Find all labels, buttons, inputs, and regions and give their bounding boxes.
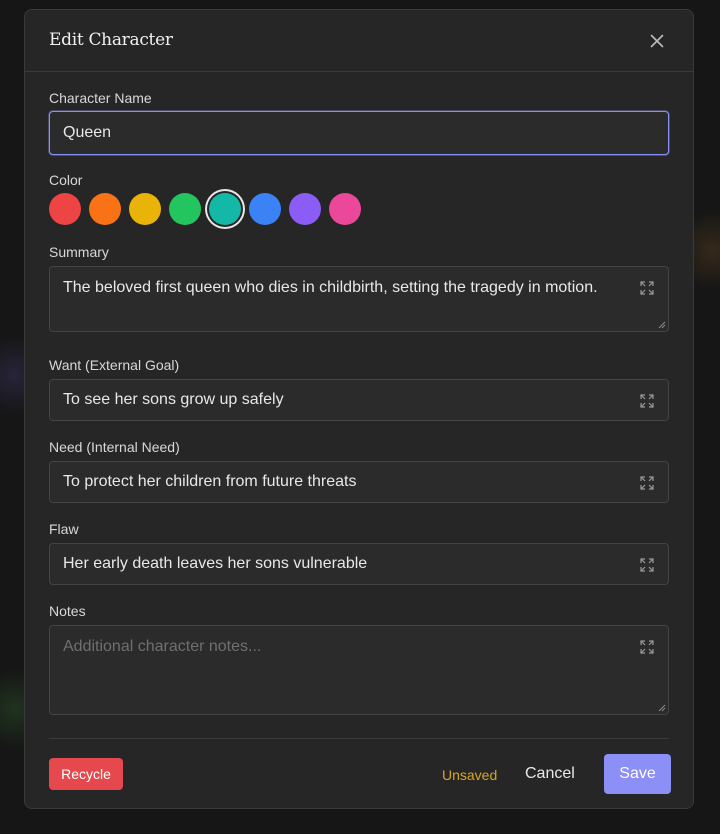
notes-placeholder: Additional character notes... [63, 638, 262, 655]
expand-icon[interactable] [640, 476, 654, 490]
need-value: To protect her children from future thre… [63, 473, 357, 490]
flaw-label: Flaw [49, 521, 79, 537]
character-name-label: Character Name [49, 90, 152, 106]
want-input[interactable]: To see her sons grow up safely [49, 379, 669, 421]
summary-label: Summary [49, 244, 109, 260]
resize-handle-icon[interactable] [658, 321, 666, 329]
footer-divider [49, 738, 669, 739]
expand-icon[interactable] [640, 558, 654, 572]
character-name-input[interactable]: Queen [49, 111, 669, 155]
character-name-value: Queen [63, 124, 112, 141]
cancel-button[interactable]: Cancel [525, 765, 575, 783]
color-swatch[interactable] [169, 193, 201, 225]
recycle-button[interactable]: Recycle [49, 758, 123, 790]
color-swatch[interactable] [209, 193, 241, 225]
need-input[interactable]: To protect her children from future thre… [49, 461, 669, 503]
unsaved-status: Unsaved [442, 767, 498, 783]
expand-icon[interactable] [640, 640, 654, 654]
flaw-value: Her early death leaves her sons vulnerab… [63, 555, 368, 572]
summary-value: The beloved first queen who dies in chil… [63, 279, 598, 296]
expand-icon[interactable] [640, 394, 654, 408]
summary-textarea[interactable]: The beloved first queen who dies in chil… [49, 266, 669, 332]
want-value: To see her sons grow up safely [63, 391, 284, 408]
dialog-header: Edit Character [25, 10, 693, 72]
color-swatch[interactable] [89, 193, 121, 225]
close-icon [650, 34, 664, 48]
color-swatch[interactable] [249, 193, 281, 225]
expand-icon[interactable] [640, 281, 654, 295]
color-swatch[interactable] [329, 193, 361, 225]
close-button[interactable] [645, 29, 669, 53]
color-swatch[interactable] [129, 193, 161, 225]
color-swatch[interactable] [49, 193, 81, 225]
notes-label: Notes [49, 603, 86, 619]
color-label: Color [49, 172, 83, 188]
notes-textarea[interactable]: Additional character notes... [49, 625, 669, 715]
color-swatch[interactable] [289, 193, 321, 225]
resize-handle-icon[interactable] [658, 704, 666, 712]
edit-character-dialog: Edit Character Character Name Queen Colo… [24, 9, 694, 809]
flaw-input[interactable]: Her early death leaves her sons vulnerab… [49, 543, 669, 585]
dialog-title: Edit Character [49, 30, 173, 50]
want-label: Want (External Goal) [49, 357, 180, 373]
need-label: Need (Internal Need) [49, 439, 180, 455]
save-button[interactable]: Save [604, 754, 671, 794]
